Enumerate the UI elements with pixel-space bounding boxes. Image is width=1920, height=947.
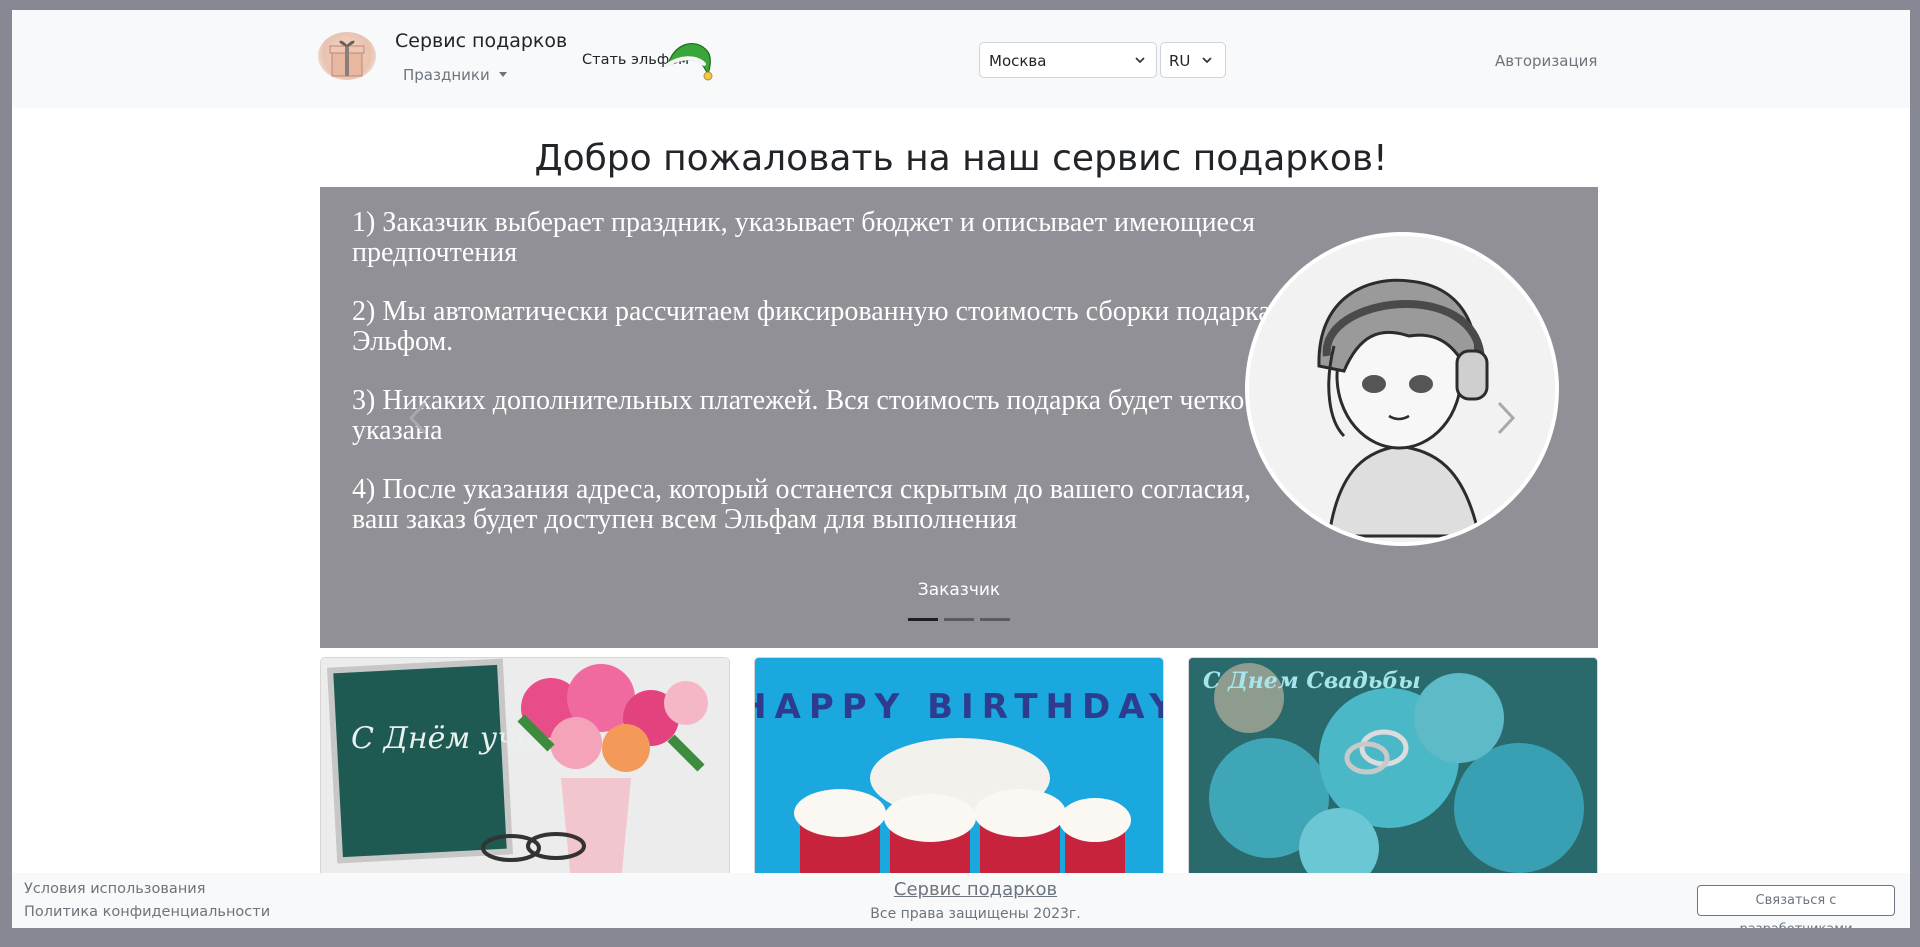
- holidays-dropdown[interactable]: Праздники: [403, 66, 507, 84]
- navbar: Сервис подарков Праздники Стать эльфом М…: [12, 10, 1910, 108]
- chevron-down-icon: [1135, 57, 1145, 64]
- carousel-indicator[interactable]: [944, 618, 974, 621]
- slide-line: 4) После указания адреса, который остане…: [352, 474, 1252, 535]
- birthday-image: HAPPY BIRTHDAY: [755, 658, 1164, 880]
- slide-text: 1) Заказчик выберает праздник, указывает…: [352, 208, 1272, 564]
- chevron-right-icon[interactable]: [1495, 400, 1517, 436]
- footer: Условия использования Политика конфиденц…: [12, 873, 1910, 928]
- card-image-text: С Днем Свадьбы: [1203, 668, 1421, 694]
- holiday-card-birthday[interactable]: HAPPY BIRTHDAY: [754, 657, 1164, 881]
- elf-hat-icon: [664, 43, 713, 81]
- page-title: Добро пожаловать на наш сервис подарков!: [534, 138, 1388, 179]
- holiday-card-wedding[interactable]: С Днем Свадьбы: [1188, 657, 1598, 881]
- brand-title[interactable]: Сервис подарков: [395, 30, 567, 52]
- wedding-image: С Днем Свадьбы: [1189, 658, 1597, 880]
- slide-caption: Заказчик: [917, 580, 1001, 600]
- card-image-text: HAPPY BIRTHDAY: [755, 687, 1164, 727]
- holidays-label: Праздники: [403, 66, 490, 84]
- slide-line: 3) Никаких дополнительных платежей. Вся …: [352, 385, 1245, 446]
- slide-line: 1) Заказчик выберает праздник, указывает…: [352, 207, 1255, 268]
- language-select[interactable]: RU: [1160, 42, 1226, 78]
- how-it-works-carousel: 1) Заказчик выберает праздник, указывает…: [320, 187, 1598, 648]
- city-value: Москва: [989, 52, 1047, 70]
- customer-avatar-image: [1245, 232, 1559, 546]
- contact-developers-button[interactable]: Связаться с разработчиками: [1697, 885, 1895, 928]
- footer-brand-link[interactable]: Сервис подарков: [12, 879, 1910, 900]
- caret-down-icon: [498, 71, 507, 77]
- language-value: RU: [1169, 52, 1191, 70]
- city-select[interactable]: Москва: [979, 42, 1157, 78]
- chevron-down-icon: [1202, 57, 1212, 64]
- slide-line: 2) Мы автоматически рассчитаем фиксирова…: [352, 296, 1271, 357]
- chevron-left-icon[interactable]: [407, 400, 429, 436]
- carousel-indicator[interactable]: [908, 618, 938, 621]
- copyright-text: Все права защищены 2023г.: [870, 906, 1081, 922]
- carousel-indicator[interactable]: [980, 618, 1010, 621]
- page-frame: Сервис подарков Праздники Стать эльфом М…: [12, 10, 1910, 928]
- teacher-day-image: С Днём учителя: [321, 658, 729, 880]
- holiday-card-teacher-day[interactable]: С Днём учителя: [320, 657, 730, 881]
- login-link[interactable]: Авторизация: [1495, 52, 1597, 70]
- gift-logo-icon[interactable]: [318, 32, 376, 80]
